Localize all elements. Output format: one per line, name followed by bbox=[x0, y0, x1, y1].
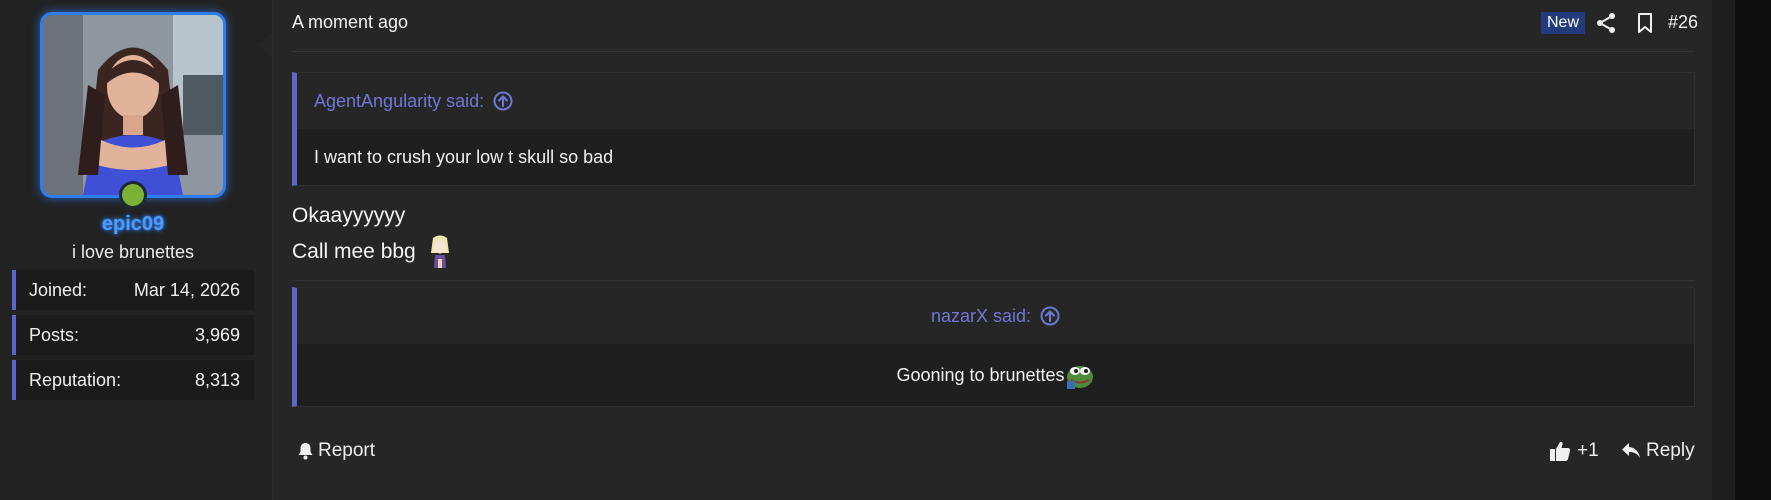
post-header: A moment ago New #26 bbox=[292, 0, 1698, 52]
reply-button[interactable]: Reply bbox=[1621, 440, 1695, 462]
quote-text: I want to crush your low t skull so bad bbox=[297, 129, 1694, 185]
quote-author-link[interactable]: nazarX said: bbox=[931, 306, 1031, 327]
report-button[interactable]: Report bbox=[297, 440, 375, 462]
post-content: A moment ago New #26 AgentAngularity sai… bbox=[272, 0, 1712, 500]
arrow-up-circle-icon[interactable] bbox=[1040, 306, 1060, 326]
avatar-image bbox=[43, 15, 223, 195]
pepe-emoji-icon bbox=[1066, 366, 1093, 389]
bell-icon bbox=[298, 443, 313, 460]
stat-reputation: Reputation: 8,313 bbox=[12, 360, 254, 400]
stat-value[interactable]: 3,969 bbox=[195, 325, 240, 346]
online-status-indicator bbox=[119, 181, 147, 209]
quote-text-row: Gooning to brunettes bbox=[297, 344, 1694, 406]
new-badge: New bbox=[1541, 12, 1586, 34]
user-info-sidebar: epic09 i love brunettes Joined: Mar 14, … bbox=[0, 0, 272, 500]
arrow-up-circle-icon[interactable] bbox=[493, 91, 513, 111]
anime-sticker-icon bbox=[430, 235, 449, 268]
stat-label: Joined: bbox=[29, 279, 88, 300]
stat-posts: Posts: 3,969 bbox=[12, 315, 254, 355]
stat-value: Mar 14, 2026 bbox=[133, 279, 240, 300]
page-edge bbox=[1735, 0, 1771, 500]
divider bbox=[292, 280, 1695, 281]
message-line-text: Call mee bbg bbox=[292, 240, 416, 263]
bookmark-icon[interactable] bbox=[1633, 11, 1657, 35]
stat-label: Posts: bbox=[29, 324, 80, 345]
user-title: i love brunettes bbox=[71, 242, 195, 262]
reply-label: Reply bbox=[1646, 440, 1695, 461]
avatar[interactable] bbox=[40, 12, 226, 198]
post-number-link[interactable]: #26 bbox=[1668, 12, 1698, 33]
right-gutter bbox=[1712, 0, 1735, 500]
stat-label: Reputation: bbox=[29, 369, 122, 390]
quote-text: Gooning to brunettes bbox=[896, 364, 1065, 385]
quote-header: nazarX said: bbox=[297, 288, 1694, 344]
reply-arrow-icon bbox=[1622, 443, 1640, 458]
message-line-2: Call mee bbg bbox=[292, 234, 452, 270]
post-message: Okaayyyyyy Call mee bbg bbox=[292, 198, 452, 270]
post-pointer-arrow bbox=[258, 33, 272, 57]
stat-joined: Joined: Mar 14, 2026 bbox=[12, 270, 254, 310]
stat-value[interactable]: 8,313 bbox=[195, 370, 240, 391]
like-count: +1 bbox=[1577, 440, 1599, 461]
share-icon[interactable] bbox=[1594, 11, 1618, 35]
thumbs-up-icon bbox=[1550, 441, 1571, 461]
quote-header: AgentAngularity said: bbox=[297, 73, 1694, 129]
quote-block: nazarX said: Gooning to brunettes bbox=[292, 287, 1695, 407]
message-line: Okaayyyyyy bbox=[292, 204, 406, 227]
report-label: Report bbox=[318, 440, 376, 461]
quote-author-link[interactable]: AgentAngularity said: bbox=[314, 91, 484, 112]
username-link[interactable]: epic09 bbox=[0, 213, 266, 236]
like-button[interactable]: +1 bbox=[1549, 440, 1599, 462]
forum-post-page: epic09 i love brunettes Joined: Mar 14, … bbox=[0, 0, 1771, 500]
post-timestamp[interactable]: A moment ago bbox=[292, 12, 408, 33]
quote-block: AgentAngularity said: I want to crush yo… bbox=[292, 72, 1695, 186]
